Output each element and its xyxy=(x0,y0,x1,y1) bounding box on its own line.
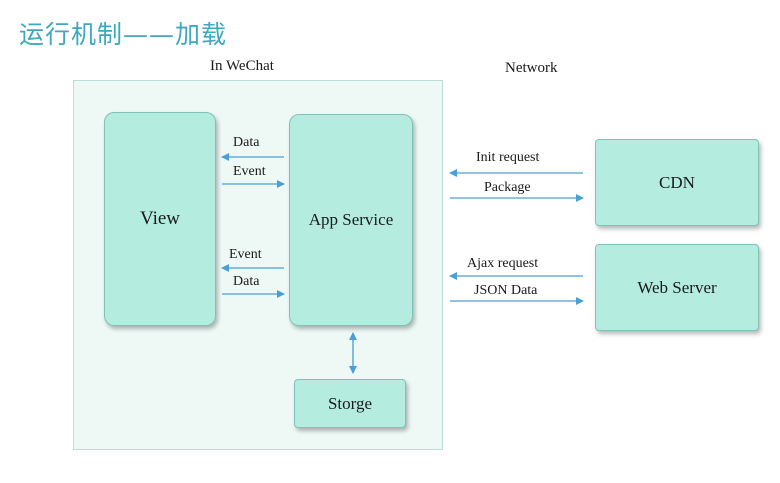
label-app-to-view-event: Event xyxy=(229,247,262,262)
label-ajax-request: Ajax request xyxy=(467,256,539,271)
arrows-layer xyxy=(221,153,584,374)
label-app-to-view-data: Data xyxy=(233,135,260,150)
label-init-request: Init request xyxy=(476,150,540,165)
label-json-data: JSON Data xyxy=(474,283,538,298)
label-view-to-app-data: Data xyxy=(233,274,260,289)
label-view-to-app-event: Event xyxy=(233,164,266,179)
label-package: Package xyxy=(484,180,531,195)
